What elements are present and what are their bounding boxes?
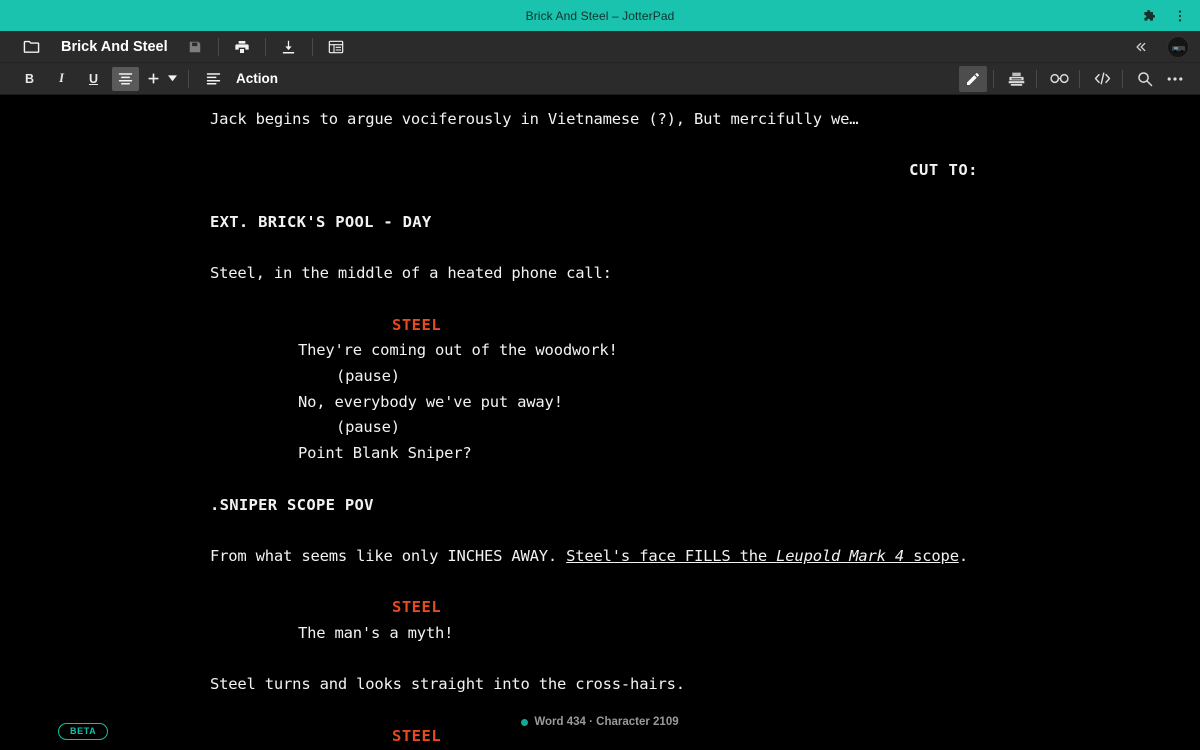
editor-tools: [957, 65, 1189, 92]
script-line-dialogue[interactable]: The man's a myth!: [210, 621, 990, 647]
browser-title-bar: Brick And Steel – JotterPad: [0, 0, 1200, 31]
app-header-left: Brick And Steel: [18, 35, 208, 59]
script-line-blank[interactable]: [210, 570, 990, 596]
screenplay-page[interactable]: Jack begins to argue vociferously in Vie…: [210, 107, 990, 750]
plus-icon[interactable]: [144, 67, 162, 91]
magnifier-icon[interactable]: [1131, 66, 1159, 92]
script-line-action[interactable]: Jack begins to argue vociferously in Vie…: [210, 107, 990, 133]
underlined-text: Steel's face FILLS the Leupold Mark 4 sc…: [566, 546, 959, 565]
script-line-action[interactable]: Steel turns and looks straight into the …: [210, 672, 990, 698]
italic-text: Leupold Mark 4: [776, 546, 905, 565]
pencil-icon[interactable]: [959, 65, 987, 92]
line-text: From what seems like only INCHES AWAY.: [210, 546, 567, 565]
script-line-blank[interactable]: [210, 236, 990, 262]
tool-divider-2: [1036, 69, 1037, 88]
script-line-scene[interactable]: EXT. BRICK'S POOL - DAY: [210, 210, 990, 236]
format-toolbar: B I U Action: [0, 63, 1200, 95]
header-divider-1: [217, 37, 219, 56]
script-line-blank[interactable]: [210, 518, 990, 544]
italic-button[interactable]: I: [48, 67, 75, 91]
typewriter-icon[interactable]: [1002, 66, 1030, 92]
editor-canvas[interactable]: Jack begins to argue vociferously in Vie…: [0, 95, 1200, 750]
app-header-right: [1127, 35, 1189, 59]
bold-button[interactable]: B: [16, 67, 43, 91]
header-divider-2: [264, 37, 266, 56]
puzzle-piece-icon[interactable]: [1142, 8, 1158, 24]
align-center-icon[interactable]: [112, 66, 139, 91]
script-line-action[interactable]: Steel, in the middle of a heated phone c…: [210, 261, 990, 287]
app-header: Brick And Steel: [0, 31, 1200, 63]
script-line-character[interactable]: STEEL: [210, 313, 990, 339]
three-dot-menu-icon[interactable]: [1172, 8, 1188, 24]
script-line-blank[interactable]: [210, 184, 990, 210]
ellipsis-icon[interactable]: [1161, 66, 1189, 92]
tool-divider-4: [1122, 69, 1123, 88]
script-line-paren[interactable]: (pause): [210, 364, 990, 390]
status-dot-icon: [521, 718, 529, 726]
outline-list-icon[interactable]: [323, 35, 349, 59]
avatar[interactable]: [1167, 35, 1189, 58]
status-bar: Word 434 · Character 2109: [0, 716, 1200, 728]
line-suffix: .: [958, 546, 968, 565]
word-character-count: Word 434 · Character 2109: [534, 716, 679, 728]
download-icon[interactable]: [276, 35, 302, 59]
script-line-action_rich[interactable]: From what seems like only INCHES AWAY. S…: [210, 544, 990, 570]
insert-group[interactable]: [144, 67, 179, 91]
underline-button[interactable]: U: [80, 67, 107, 91]
browser-actions: [1142, 8, 1200, 24]
folder-icon[interactable]: [18, 35, 44, 59]
script-line-paren[interactable]: (pause): [210, 415, 990, 441]
glasses-icon[interactable]: [1045, 66, 1073, 92]
printer-icon[interactable]: [229, 35, 255, 59]
tool-divider-3: [1079, 69, 1080, 88]
script-line-blank[interactable]: [210, 133, 990, 159]
script-line-character[interactable]: STEEL: [210, 595, 990, 621]
double-chevron-left-icon[interactable]: [1127, 35, 1153, 59]
script-line-blank[interactable]: [210, 467, 990, 493]
code-brackets-icon[interactable]: [1088, 66, 1116, 92]
chevron-down-icon[interactable]: [165, 67, 179, 91]
script-line-dialogue[interactable]: Point Blank Sniper?: [210, 441, 990, 467]
page-title[interactable]: Brick And Steel: [61, 39, 168, 55]
format-divider: [188, 69, 189, 88]
element-type-label[interactable]: Action: [236, 71, 278, 86]
header-divider-3: [311, 37, 313, 56]
floppy-save-icon[interactable]: [182, 35, 208, 59]
browser-window-title: Brick And Steel – JotterPad: [525, 8, 675, 23]
tool-divider-1: [993, 69, 994, 88]
script-line-blank[interactable]: [210, 647, 990, 673]
script-line-dialogue[interactable]: No, everybody we've put away!: [210, 390, 990, 416]
script-line-dialogue[interactable]: They're coming out of the woodwork!: [210, 338, 990, 364]
paragraph-style-icon[interactable]: [200, 67, 227, 91]
script-line-transition[interactable]: CUT TO:: [210, 158, 990, 184]
script-line-blank[interactable]: [210, 287, 990, 313]
script-line-scene[interactable]: .SNIPER SCOPE POV: [210, 493, 990, 519]
